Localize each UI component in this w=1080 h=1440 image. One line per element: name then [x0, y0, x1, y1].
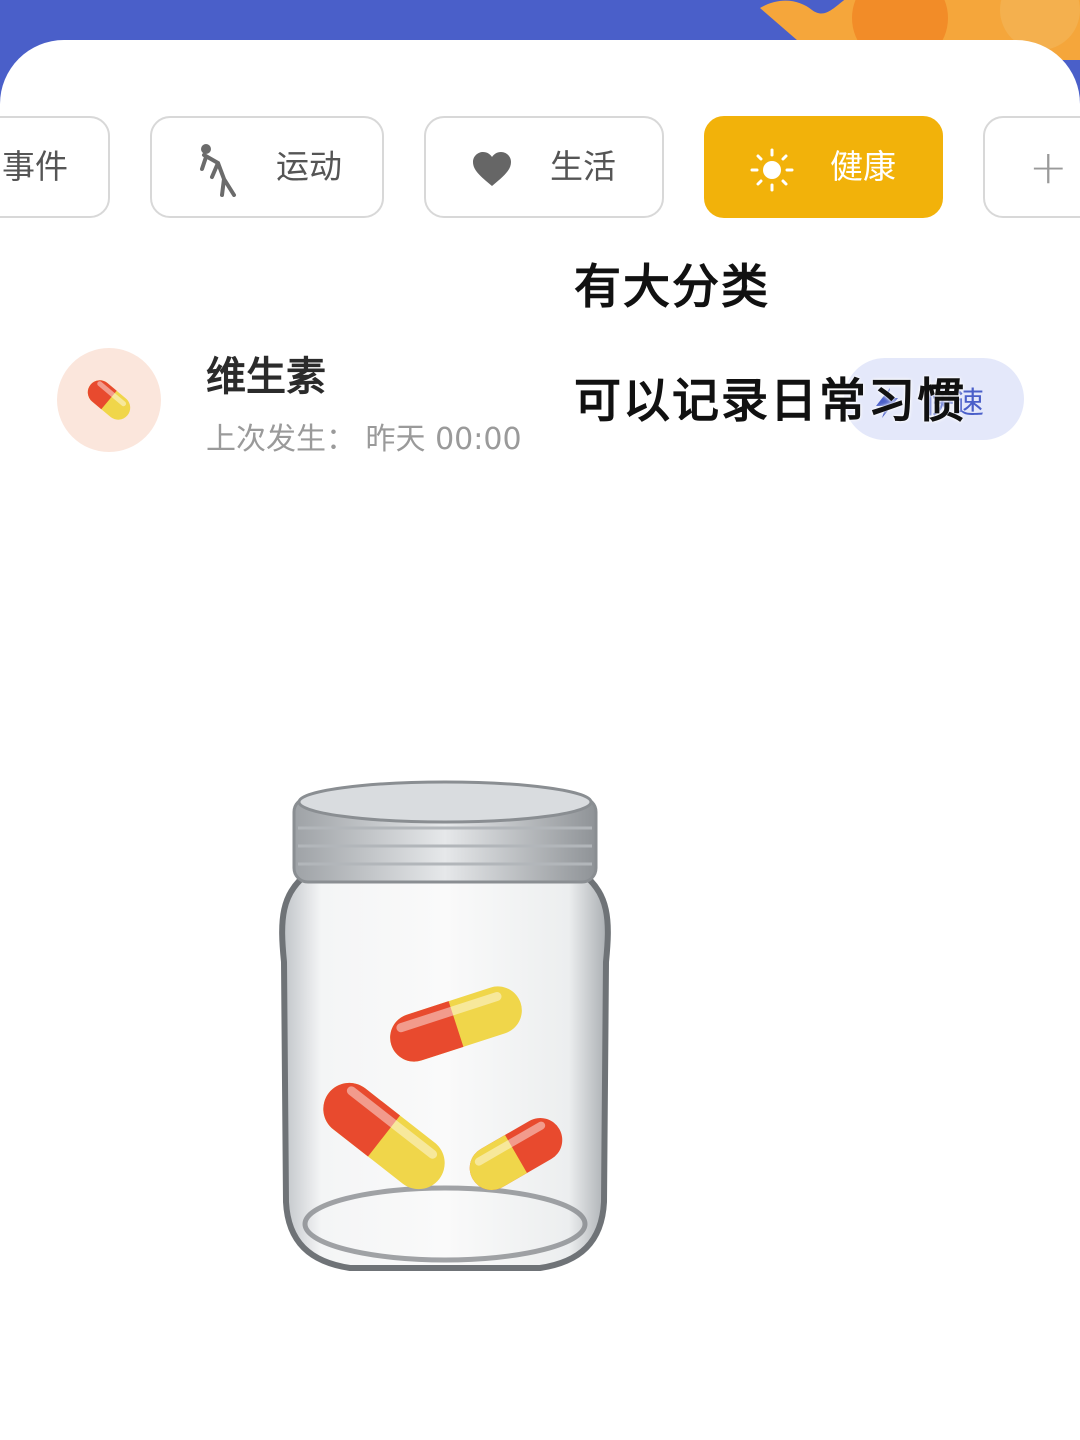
plus-icon: + — [1029, 140, 1068, 194]
pill-icon — [57, 348, 161, 452]
tab-label: 事件 — [2, 147, 68, 186]
caption-line-2: 可以记录日常习惯 — [574, 374, 966, 429]
caption-line-1: 有大分类 — [574, 260, 770, 315]
last-occurred-text: 上次发生： 昨天 00:00 — [206, 422, 522, 457]
add-category-button[interactable]: + — [983, 116, 1080, 218]
tab-sport[interactable]: 运动 — [150, 116, 384, 218]
stretch-person-icon — [196, 144, 240, 197]
heart-icon — [470, 148, 514, 192]
item-title: 维生素 — [206, 354, 326, 400]
pill-jar-illustration — [270, 762, 620, 1272]
tab-label: 生活 — [550, 147, 616, 186]
tab-event[interactable]: 事件 — [0, 116, 110, 218]
tab-health[interactable]: 健康 — [704, 116, 943, 218]
tab-label: 运动 — [276, 147, 342, 186]
tab-label: 健康 — [830, 147, 896, 186]
tab-life[interactable]: 生活 — [424, 116, 664, 218]
sun-icon — [750, 148, 794, 192]
category-tabs: 事件 运动 生活 健康 + — [0, 116, 1080, 222]
bottom-sheet: 事件 运动 生活 健康 + 维生素 上次发生： 昨天 00:00 快速 有大分类… — [0, 40, 1080, 1440]
